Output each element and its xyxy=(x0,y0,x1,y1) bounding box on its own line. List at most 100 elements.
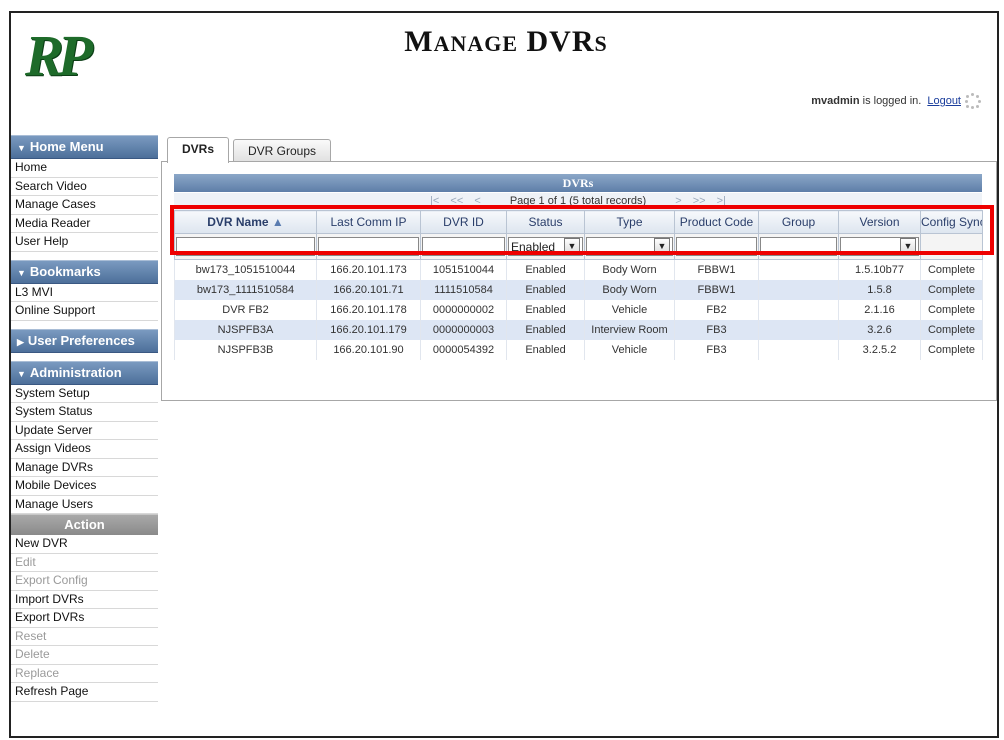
menu-item-search-video[interactable]: Search Video xyxy=(11,177,158,196)
menu-item-manage-cases[interactable]: Manage Cases xyxy=(11,196,158,215)
expanded-triangle-icon: ▼ xyxy=(17,267,26,278)
filter-dvr-name-input[interactable] xyxy=(176,237,315,256)
action-new-dvr[interactable]: New DVR xyxy=(11,535,158,554)
admin-item-system-status[interactable]: System Status xyxy=(11,403,158,422)
sidebar: ▼ Home Menu Home Search Video Manage Case… xyxy=(11,135,158,702)
column-header-status[interactable]: Status xyxy=(506,210,585,234)
table-cell: NJSPFB3A xyxy=(174,320,317,340)
table-cell: Vehicle xyxy=(584,300,675,320)
table-cell: Enabled xyxy=(506,340,585,360)
dvrs-panel: DVRs |< << < Page 1 of 1 (5 total record… xyxy=(161,161,997,401)
administration-header[interactable]: ▼ Administration xyxy=(11,360,158,385)
table-cell: Body Worn xyxy=(584,280,675,300)
next-page-icon[interactable]: > xyxy=(675,195,681,207)
tab-dvrs[interactable]: DVRs xyxy=(167,137,230,163)
table-cell: bw173_1051510044 xyxy=(174,259,317,280)
pager: |< << < Page 1 of 1 (5 total records) > … xyxy=(174,193,982,210)
admin-item-update-server[interactable]: Update Server xyxy=(11,421,158,440)
filter-type-select[interactable]: ▼ xyxy=(586,237,673,256)
prev-fast-icon[interactable]: << xyxy=(450,195,463,207)
table-cell: 1051510044 xyxy=(420,259,507,280)
table-cell: FB2 xyxy=(674,300,759,320)
admin-item-manage-dvrs[interactable]: Manage DVRs xyxy=(11,458,158,477)
browser-frame: RP MANAGE DVRS mvadmin is logged in. Log… xyxy=(9,11,999,738)
column-header-version[interactable]: Version xyxy=(838,210,921,234)
column-header-product-code[interactable]: Product Code xyxy=(674,210,759,234)
filter-version-select[interactable]: ▼ xyxy=(840,237,919,256)
table-row[interactable]: DVR FB2 166.20.101.178 0000000002 Enabled Ve… xyxy=(174,300,983,320)
page-title: MANAGE DVRS xyxy=(404,25,608,58)
table-cell xyxy=(758,300,839,320)
action-export-dvrs[interactable]: Export DVRs xyxy=(11,609,158,628)
action-delete: Delete xyxy=(11,646,158,665)
table-cell: NJSPFB3B xyxy=(174,340,317,360)
table-cell: Complete xyxy=(920,300,983,320)
table-cell: bw173_1111510584 xyxy=(174,280,317,300)
table-cell: 3.2.5.2 xyxy=(838,340,921,360)
table-cell: Body Worn xyxy=(584,259,675,280)
logout-link[interactable]: Logout xyxy=(927,95,961,107)
menu-item-media-reader[interactable]: Media Reader xyxy=(11,214,158,233)
column-header-type[interactable]: Type xyxy=(584,210,675,234)
admin-item-manage-users[interactable]: Manage Users xyxy=(11,495,158,514)
admin-item-system-setup[interactable]: System Setup xyxy=(11,384,158,403)
table-cell: Interview Room xyxy=(584,320,675,340)
table-row[interactable]: bw173_1051510044 166.20.101.173 1051510044… xyxy=(174,259,983,280)
logged-in-text: is logged in. xyxy=(862,95,922,107)
action-edit: Edit xyxy=(11,553,158,572)
filter-product-code-input[interactable] xyxy=(676,237,757,256)
dropdown-arrow-icon: ▼ xyxy=(564,238,580,255)
column-header-last-comm-ip[interactable]: Last Comm IP xyxy=(316,210,421,234)
menu-item-home[interactable]: Home xyxy=(11,159,158,178)
filter-status-select[interactable]: Enabled ▼ xyxy=(508,237,583,256)
table-cell xyxy=(758,320,839,340)
last-page-icon[interactable]: >| xyxy=(717,195,726,207)
table-cell: 1.5.8 xyxy=(838,280,921,300)
bookmarks-header[interactable]: ▼ Bookmarks xyxy=(11,259,158,284)
table-cell xyxy=(758,280,839,300)
table-cell xyxy=(758,340,839,360)
bookmark-online-support[interactable]: Online Support xyxy=(11,302,158,321)
filter-dvr-id-input[interactable] xyxy=(422,237,505,256)
table-cell: Enabled xyxy=(506,320,585,340)
grid-title: DVRs xyxy=(174,174,982,192)
bookmark-l3-mvi[interactable]: L3 MVI xyxy=(11,283,158,302)
table-cell xyxy=(758,259,839,280)
admin-item-mobile-devices[interactable]: Mobile Devices xyxy=(11,477,158,496)
table-cell: Enabled xyxy=(506,300,585,320)
admin-item-assign-videos[interactable]: Assign Videos xyxy=(11,440,158,459)
column-header-dvr-id[interactable]: DVR ID xyxy=(420,210,507,234)
table-cell: Enabled xyxy=(506,280,585,300)
table-row[interactable]: bw173_1111510584 166.20.101.71 1111510584 E… xyxy=(174,280,983,300)
filter-group-input[interactable] xyxy=(760,237,837,256)
first-page-icon[interactable]: |< xyxy=(430,195,439,207)
table-cell: Complete xyxy=(920,280,983,300)
table-cell: Complete xyxy=(920,340,983,360)
table-cell: 2.1.16 xyxy=(838,300,921,320)
user-preferences-header[interactable]: ▶ User Preferences xyxy=(11,328,158,353)
action-header: Action xyxy=(11,514,158,535)
action-refresh-page[interactable]: Refresh Page xyxy=(11,683,158,702)
filter-last-comm-ip-input[interactable] xyxy=(318,237,419,256)
column-header-config-sync[interactable]: Config Sync xyxy=(920,210,983,234)
login-status: mvadmin is logged in. Logout xyxy=(811,93,981,109)
table-cell: 0000000002 xyxy=(420,300,507,320)
action-reset: Reset xyxy=(11,627,158,646)
column-header-dvr-name[interactable]: DVR Name ▲ xyxy=(174,210,317,234)
menu-item-user-help[interactable]: User Help xyxy=(11,233,158,252)
table-row[interactable]: NJSPFB3A 166.20.101.179 0000000003 Enabled I… xyxy=(174,320,983,340)
tab-bar: DVRs DVR Groups xyxy=(161,137,997,163)
next-fast-icon[interactable]: >> xyxy=(693,195,706,207)
prev-page-icon[interactable]: < xyxy=(474,195,480,207)
table-cell: 166.20.101.173 xyxy=(316,259,421,280)
expanded-triangle-icon: ▼ xyxy=(17,143,26,153)
column-header-group[interactable]: Group xyxy=(758,210,839,234)
table-cell: 166.20.101.178 xyxy=(316,300,421,320)
table-cell: Complete xyxy=(920,320,983,340)
dropdown-arrow-icon: ▼ xyxy=(900,238,916,255)
action-import-dvrs[interactable]: Import DVRs xyxy=(11,590,158,609)
tab-dvr-groups[interactable]: DVR Groups xyxy=(233,139,332,162)
table-cell: Vehicle xyxy=(584,340,675,360)
home-menu-header[interactable]: ▼ Home Menu xyxy=(11,135,158,159)
table-row[interactable]: NJSPFB3B 166.20.101.90 0000054392 Enabled Ve… xyxy=(174,340,983,360)
